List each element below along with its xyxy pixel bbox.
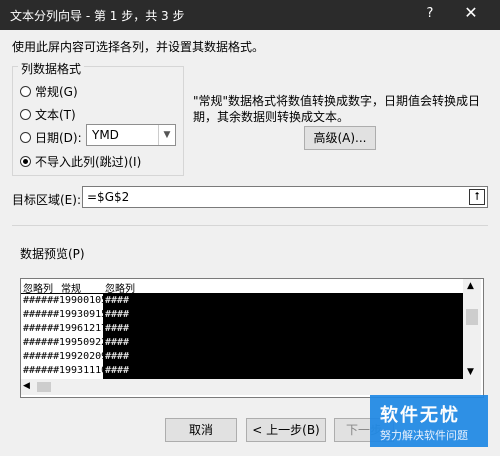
radio-date-label: 日期(D): bbox=[35, 131, 82, 145]
radio-skip[interactable]: 不导入此列(跳过)(I) bbox=[20, 153, 141, 170]
date-format-value: YMD bbox=[92, 128, 119, 142]
preview-row: ###### 19900105 #### bbox=[21, 294, 463, 308]
preview-row: ###### 19920209 #### bbox=[21, 350, 463, 364]
cancel-button[interactable]: 取消 bbox=[165, 418, 237, 442]
title-bar: 文本分列向导 - 第 1 步，共 3 步 ? ✕ bbox=[0, 0, 500, 30]
back-button[interactable]: < 上一步(B) bbox=[246, 418, 326, 442]
radio-date[interactable]: 日期(D): bbox=[20, 129, 82, 146]
format-description: "常规"数据格式将数值转换成数字，日期值会转换成日期，其余数据则转换成文本。 bbox=[193, 94, 481, 124]
radio-general-dot[interactable] bbox=[20, 86, 31, 97]
radio-general-label: 常规(G) bbox=[35, 85, 78, 99]
destination-value: =$G$2 bbox=[87, 190, 130, 204]
preview-cell: #### bbox=[105, 323, 130, 334]
close-button[interactable]: ✕ bbox=[460, 3, 482, 22]
preview-cell: #### bbox=[105, 365, 130, 376]
chevron-down-icon[interactable]: ▼ bbox=[467, 367, 474, 377]
watermark-title: 软件无忧 bbox=[380, 405, 460, 426]
preview-header-col-1: 忽略列 bbox=[23, 284, 53, 295]
instruction-text: 使用此屏内容可选择各列，并设置其数据格式。 bbox=[12, 40, 265, 54]
advanced-button[interactable]: 高级(A)... bbox=[304, 126, 376, 150]
preview-row: ###### 19950922 #### bbox=[21, 336, 463, 350]
chevron-down-icon[interactable]: ▼ bbox=[158, 125, 175, 145]
radio-text-label: 文本(T) bbox=[35, 108, 76, 122]
chevron-left-icon[interactable]: ◀ bbox=[23, 381, 30, 391]
preview-cell: ###### bbox=[23, 295, 60, 306]
preview-cell: #### bbox=[105, 337, 130, 348]
radio-date-dot[interactable] bbox=[20, 132, 31, 143]
destination-label: 目标区域(E): bbox=[12, 193, 81, 207]
preview-cell: 19930915 bbox=[59, 309, 108, 320]
preview-cell: 19961217 bbox=[59, 323, 108, 334]
preview-cell: ###### bbox=[23, 351, 60, 362]
preview-cell: 19950922 bbox=[59, 337, 108, 348]
preview-cell: #### bbox=[105, 309, 130, 320]
radio-text[interactable]: 文本(T) bbox=[20, 106, 76, 123]
preview-horizontal-scrollbar[interactable]: ◀ bbox=[21, 379, 463, 395]
site-watermark-logo: 软件无忧 努力解决软件问题 bbox=[370, 395, 488, 447]
radio-skip-label: 不导入此列(跳过)(I) bbox=[35, 155, 142, 169]
collapse-dialog-icon[interactable]: ⭡ bbox=[469, 189, 485, 205]
preview-vertical-scrollbar[interactable]: ▲ ▼ bbox=[463, 279, 481, 395]
preview-cell: ###### bbox=[23, 309, 60, 320]
divider bbox=[12, 225, 488, 226]
chevron-up-icon[interactable]: ▲ bbox=[467, 281, 474, 291]
preview-cell: 19931110 bbox=[59, 365, 108, 376]
radio-general[interactable]: 常规(G) bbox=[20, 83, 78, 100]
preview-cell: ###### bbox=[23, 337, 60, 348]
watermark-subtitle: 努力解决软件问题 bbox=[380, 429, 468, 442]
preview-cell: #### bbox=[105, 351, 130, 362]
radio-text-dot[interactable] bbox=[20, 109, 31, 120]
preview-header-col-2: 常规 bbox=[61, 284, 81, 295]
preview-row: ###### 19930915 #### bbox=[21, 308, 463, 322]
preview-label: 数据预览(P) bbox=[20, 247, 85, 261]
preview-rows: ###### 19900105 #### ###### 19930915 ###… bbox=[21, 294, 463, 378]
preview-row: ###### 19931110 #### bbox=[21, 364, 463, 378]
destination-input[interactable]: =$G$2 ⭡ bbox=[82, 186, 488, 208]
preview-header-col-3: 忽略列 bbox=[105, 284, 135, 295]
scroll-thumb-horizontal[interactable] bbox=[37, 382, 51, 392]
help-button[interactable]: ? bbox=[420, 6, 440, 21]
data-preview[interactable]: 忽略列 常规 忽略列 ###### 19900105 #### ###### 1… bbox=[20, 278, 484, 398]
preview-row: ###### 19961217 #### bbox=[21, 322, 463, 336]
preview-cell: #### bbox=[105, 295, 130, 306]
preview-cell: ###### bbox=[23, 365, 60, 376]
preview-cell: 19920209 bbox=[59, 351, 108, 362]
window-title: 文本分列向导 - 第 1 步，共 3 步 bbox=[10, 9, 185, 23]
date-format-select[interactable]: YMD ▼ bbox=[86, 124, 176, 146]
preview-cell: ###### bbox=[23, 323, 60, 334]
radio-skip-dot[interactable] bbox=[20, 156, 31, 167]
column-format-title: 列数据格式 bbox=[18, 60, 85, 77]
preview-cell: 19900105 bbox=[59, 295, 108, 306]
scroll-thumb[interactable] bbox=[466, 309, 478, 325]
preview-header: 忽略列 常规 忽略列 bbox=[21, 279, 463, 295]
